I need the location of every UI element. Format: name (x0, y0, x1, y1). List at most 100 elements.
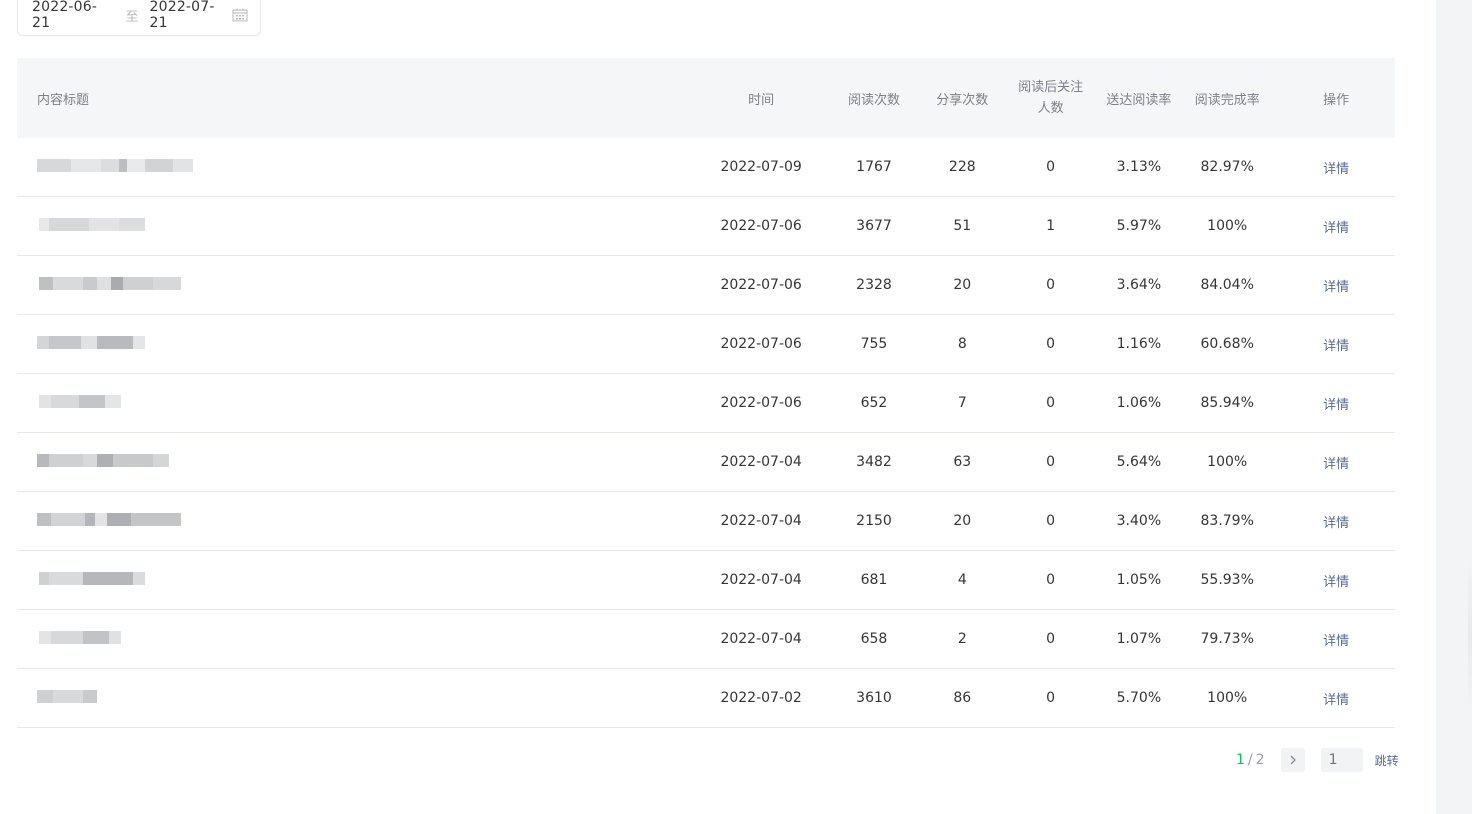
detail-link[interactable]: 详情 (1277, 217, 1395, 236)
header-complete-rate: 阅读完成率 (1194, 92, 1260, 108)
row-deliver-rate: 1.05% (1116, 572, 1162, 588)
row-follow: 0 (1046, 689, 1056, 706)
chevron-right-icon (1290, 755, 1296, 765)
row-shares: 8 (957, 336, 967, 352)
row-title-blurred (17, 449, 698, 475)
detail-link[interactable]: 详情 (1277, 512, 1395, 531)
table-row: 2022-07-04 658 2 0 1.07% 79.73% 详情 (17, 610, 1395, 669)
row-shares: 20 (953, 513, 972, 529)
calendar-icon[interactable] (232, 8, 248, 22)
row-time: 2022-07-04 (720, 454, 802, 470)
row-reads: 3610 (856, 690, 892, 706)
table-row: 2022-07-04 681 4 0 1.05% 55.93% 详情 (17, 551, 1395, 610)
jump-button[interactable]: 跳转 (1375, 752, 1399, 769)
row-title-blurred (17, 567, 698, 593)
row-complete-rate: 83.79% (1200, 513, 1254, 529)
row-reads: 2328 (856, 277, 892, 293)
total-pages: 2 (1255, 752, 1265, 768)
row-follow: 0 (1046, 276, 1056, 293)
next-page-button[interactable] (1280, 748, 1305, 772)
end-date[interactable]: 2022-07-21 (150, 0, 232, 31)
detail-link[interactable]: 详情 (1277, 394, 1395, 413)
row-time: 2022-07-04 (720, 631, 802, 647)
row-reads: 1767 (856, 159, 892, 175)
row-time: 2022-07-06 (720, 336, 802, 352)
row-deliver-rate: 5.70% (1116, 690, 1162, 706)
start-date[interactable]: 2022-06-21 (32, 0, 114, 31)
row-complete-rate: 55.93% (1200, 572, 1254, 588)
gutter-edge (1468, 560, 1472, 710)
row-shares: 20 (953, 277, 972, 293)
row-reads: 681 (860, 572, 888, 588)
row-follow: 0 (1046, 453, 1056, 470)
row-title-blurred (17, 685, 698, 711)
header-op: 操作 (1323, 92, 1350, 108)
current-page: 1 (1236, 752, 1245, 768)
row-deliver-rate: 1.16% (1116, 336, 1162, 352)
row-time: 2022-07-09 (720, 159, 802, 175)
header-follow: 阅读后关注 人数 (1001, 77, 1101, 119)
row-title-blurred (17, 626, 698, 652)
table-row: 2022-07-04 2150 20 0 3.40% 83.79% 详情 (17, 492, 1395, 551)
right-gutter (1436, 0, 1472, 814)
blurred-title-image (37, 567, 698, 593)
row-shares: 4 (957, 572, 967, 588)
detail-link[interactable]: 详情 (1277, 689, 1395, 708)
row-complete-rate: 79.73% (1200, 631, 1254, 647)
row-follow: 0 (1046, 394, 1056, 411)
detail-link[interactable]: 详情 (1277, 335, 1395, 354)
blurred-title-image (37, 449, 698, 475)
row-time: 2022-07-04 (720, 572, 802, 588)
header-reads: 阅读次数 (847, 92, 900, 108)
pagination: 1 / 2 跳转 (1236, 748, 1399, 772)
header-shares: 分享次数 (936, 92, 989, 108)
date-range-picker[interactable]: 2022-06-21 至 2022-07-21 (17, 0, 261, 36)
table-row: 2022-07-09 1767 228 0 3.13% 82.97% 详情 (17, 138, 1395, 197)
row-reads: 658 (860, 631, 888, 647)
blurred-title-image (37, 272, 698, 298)
detail-link[interactable]: 详情 (1277, 630, 1395, 649)
row-shares: 2 (957, 631, 967, 647)
table-row: 2022-07-06 652 7 0 1.06% 85.94% 详情 (17, 374, 1395, 433)
row-time: 2022-07-04 (720, 513, 802, 529)
blurred-title-image (37, 626, 698, 652)
header-deliver-rate: 送达阅读率 (1106, 92, 1172, 108)
row-complete-rate: 82.97% (1200, 159, 1254, 175)
page-separator: / (1247, 752, 1253, 768)
row-title-blurred (17, 154, 698, 180)
table-row: 2022-07-04 3482 63 0 5.64% 100% 详情 (17, 433, 1395, 492)
table-row: 2022-07-02 3610 86 0 5.70% 100% 详情 (17, 669, 1395, 728)
blurred-title-image (37, 213, 698, 239)
row-reads: 3482 (856, 454, 892, 470)
row-follow: 1 (1046, 217, 1056, 234)
blurred-title-image (37, 685, 698, 711)
table-row: 2022-07-06 755 8 0 1.16% 60.68% 详情 (17, 315, 1395, 374)
blurred-title-image (37, 154, 698, 180)
row-deliver-rate: 1.06% (1116, 395, 1162, 411)
row-title-blurred (17, 390, 698, 416)
detail-link[interactable]: 详情 (1277, 571, 1395, 590)
table-row: 2022-07-06 3677 51 1 5.97% 100% 详情 (17, 197, 1395, 256)
page-jump-input[interactable] (1320, 748, 1363, 772)
row-complete-rate: 100% (1207, 454, 1248, 470)
row-follow: 0 (1046, 335, 1056, 352)
row-complete-rate: 85.94% (1200, 395, 1254, 411)
row-deliver-rate: 5.97% (1116, 218, 1162, 234)
detail-link[interactable]: 详情 (1277, 453, 1395, 472)
row-reads: 2150 (856, 513, 892, 529)
row-shares: 228 (948, 159, 976, 175)
detail-link[interactable]: 详情 (1277, 276, 1395, 295)
blurred-title-image (37, 390, 698, 416)
row-follow: 0 (1046, 512, 1056, 529)
detail-link[interactable]: 详情 (1277, 158, 1395, 177)
row-complete-rate: 60.68% (1200, 336, 1254, 352)
row-follow: 0 (1046, 571, 1056, 588)
table-body: 2022-07-09 1767 228 0 3.13% 82.97% 详情 2022-07-0… (17, 138, 1395, 728)
row-shares: 51 (953, 218, 972, 234)
row-deliver-rate: 3.64% (1116, 277, 1162, 293)
row-deliver-rate: 1.07% (1116, 631, 1162, 647)
row-shares: 86 (953, 690, 972, 706)
articles-table: 内容标题 时间 阅读次数 分享次数 阅读后关注 人数 送达阅读率 阅读完成率 操… (17, 58, 1395, 728)
header-follow-line1: 阅读后关注 (1018, 80, 1084, 95)
header-follow-line2: 人数 (1037, 101, 1064, 116)
